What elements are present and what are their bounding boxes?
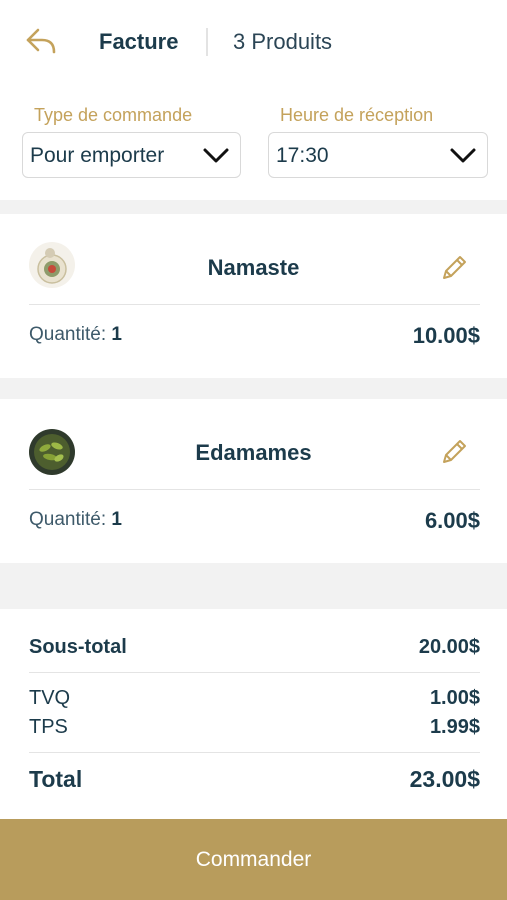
page-title: Facture [99, 29, 179, 54]
tvq-value: 1.00$ [429, 687, 480, 709]
reception-time-value: 17:30 [276, 144, 329, 167]
product-price: 10.00$ [412, 323, 480, 348]
divider [29, 672, 480, 673]
quantity-label: Quantité: [29, 509, 112, 530]
back-arrow-icon[interactable] [24, 26, 58, 56]
divider [29, 304, 480, 305]
order-type-select[interactable]: Pour emporter [22, 132, 241, 178]
divider [29, 752, 480, 753]
order-summary: Sous-total 20.00$ TVQ 1.00$ TPS 1.99$ To… [0, 609, 507, 819]
header-bar: Facture 3 Produits [0, 0, 507, 84]
order-type-value: Pour emporter [30, 144, 165, 167]
product-name: Namaste [207, 255, 300, 280]
subtotal-label: Sous-total [29, 636, 127, 658]
chevron-down-icon [450, 148, 476, 163]
quantity: Quantité: 1 [29, 509, 122, 531]
pencil-icon[interactable] [438, 252, 470, 284]
order-type-label: Type de commande [34, 105, 193, 125]
order-button[interactable]: Commander [0, 819, 507, 900]
chevron-down-icon [203, 148, 229, 163]
pencil-icon[interactable] [438, 436, 470, 468]
order-options: Type de commande Pour emporter Heure de … [0, 84, 507, 200]
quantity: Quantité: 1 [29, 324, 122, 346]
cart-item: Namaste Quantité: 1 10.00$ [0, 214, 507, 378]
header-divider [206, 28, 208, 56]
tvq-label: TVQ [29, 687, 71, 709]
tps-value: 1.99$ [429, 716, 480, 738]
quantity-value: 1 [111, 509, 122, 530]
product-count: 3 Produits [233, 29, 333, 54]
subtotal-value: 20.00$ [418, 636, 480, 658]
reception-time-label: Heure de réception [280, 105, 434, 125]
product-name: Edamames [195, 440, 312, 465]
product-price: 6.00$ [424, 508, 480, 533]
divider [29, 489, 480, 490]
total-value: 23.00$ [409, 766, 480, 792]
reception-time-select[interactable]: 17:30 [268, 132, 488, 178]
total-label: Total [29, 766, 83, 792]
cart-item: Edamames Quantité: 1 6.00$ [0, 399, 507, 563]
quantity-label: Quantité: [29, 324, 112, 345]
tps-label: TPS [29, 716, 68, 738]
quantity-value: 1 [111, 324, 122, 345]
